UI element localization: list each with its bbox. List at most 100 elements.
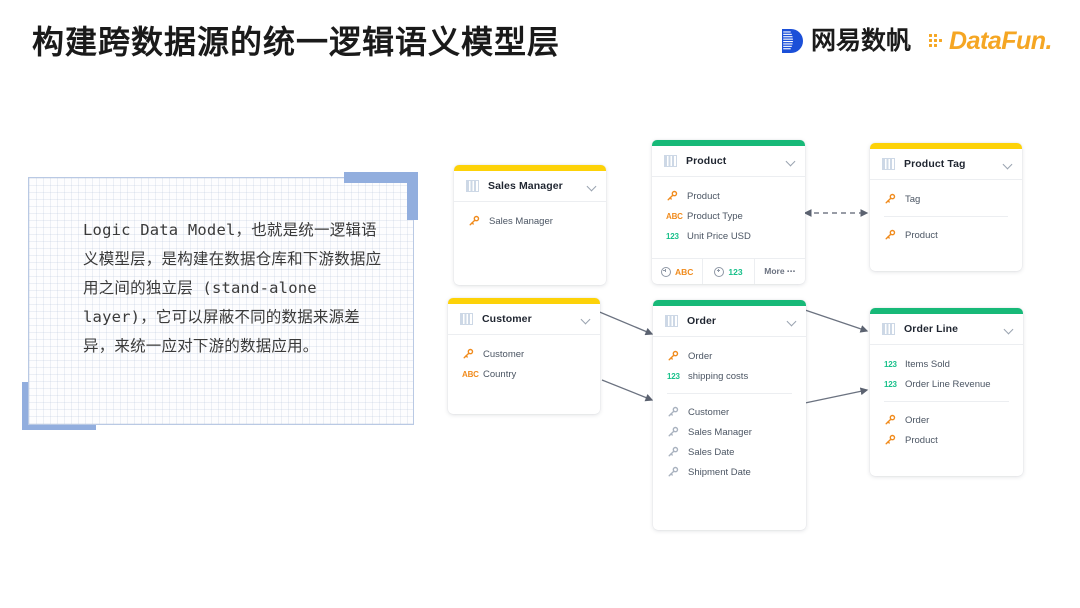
datafun-wordmark: DataFun. [949,26,1052,55]
field-label: Customer [483,348,525,360]
table-icon [664,155,677,167]
table-icon [882,158,895,170]
card-title: Order Line [904,323,959,335]
card-product[interactable]: Product Product ABC Product Type 123 Uni… [652,140,805,284]
number-icon: 123 [666,231,679,241]
card-product-tag[interactable]: Product Tag Tag Product [870,143,1022,271]
field-divider [667,393,792,394]
field-row[interactable]: Order [870,410,1023,430]
table-icon [466,180,479,192]
edge-order-order-line [804,387,869,404]
table-icon [460,313,473,325]
netease-wordmark: 网易数帆 [811,26,912,55]
field-row[interactable]: Tag [870,189,1022,209]
number-icon: 123 [884,359,897,369]
field-label: Sales Date [688,446,735,458]
field-row[interactable]: Order [653,346,806,366]
netease-logo: 网易数帆 [780,28,911,54]
field-row[interactable]: Customer [653,402,806,422]
field-row[interactable]: Sales Manager [454,211,606,231]
field-row[interactable]: Product [652,186,805,206]
chevron-down-icon[interactable] [587,182,596,191]
card-fields: Sales Manager [454,202,606,285]
card-title: Product [686,155,727,167]
key-icon [667,350,688,362]
chevron-down-icon[interactable] [787,317,796,326]
field-label: Order Line Revenue [905,378,991,390]
key-icon [884,434,905,446]
card-title: Customer [482,313,532,325]
key-icon [667,446,688,458]
field-label: Sales Manager [688,426,752,438]
field-divider [884,216,1008,217]
field-row[interactable]: Customer [448,344,600,364]
card-title: Order [687,315,717,327]
field-row[interactable]: 123 Order Line Revenue [870,374,1023,394]
field-label: Tag [905,193,921,205]
number-icon: 123 [667,371,680,381]
field-label: Shipment Date [688,466,751,478]
field-label: Product [687,190,720,202]
chevron-down-icon[interactable] [786,157,795,166]
card-header[interactable]: Customer [448,304,600,335]
field-row[interactable]: Shipment Date [653,462,806,482]
netease-mark-icon [780,28,804,54]
field-row[interactable]: 123 Unit Price USD [652,226,805,246]
field-row[interactable]: 123 Items Sold [870,354,1023,374]
key-icon [667,426,688,438]
field-row[interactable]: Sales Date [653,442,806,462]
logo-strip: 网易数帆 DataFun. [780,28,1052,54]
chevron-down-icon[interactable] [1003,160,1012,169]
field-divider [884,401,1009,402]
chevron-down-icon[interactable] [581,315,590,324]
abc-icon: ABC [666,211,683,221]
field-row[interactable]: ABC Product Type [652,206,805,226]
field-label: Product Type [687,210,743,222]
field-label: Order [905,414,930,426]
field-row[interactable]: ABC Country [448,364,600,384]
datafun-logo: DataFun. [929,26,1052,55]
description-panel: Logic Data Model，也就是统一逻辑语义模型层，是构建在数据仓库和下… [22,172,418,430]
field-row[interactable]: Product [870,430,1023,450]
card-sales-manager[interactable]: Sales Manager Sales Manager [454,165,606,285]
table-icon [882,323,895,335]
abc-icon: ABC [462,369,479,379]
card-header[interactable]: Product [652,146,805,177]
page-title: 构建跨数据源的统一逻辑语义模型层 [32,24,561,60]
field-label: shipping costs [688,370,749,382]
card-header[interactable]: Order [653,306,806,337]
card-header[interactable]: Order Line [870,314,1023,345]
field-label: Country [483,368,517,380]
card-header[interactable]: Sales Manager [454,171,606,202]
field-label: Items Sold [905,358,950,370]
card-fields: Order 123 shipping costs Customer Sales … [653,337,806,530]
key-icon [667,466,688,478]
field-row[interactable]: Sales Manager [653,422,806,442]
corner-accent-top-right-vertical [407,172,418,220]
field-row[interactable]: 123 shipping costs [653,366,806,386]
description-box: Logic Data Model，也就是统一逻辑语义模型层，是构建在数据仓库和下… [28,177,414,425]
plus-circle-icon [660,266,671,277]
field-label: Order [688,350,713,362]
card-fields: 123 Items Sold 123 Order Line Revenue Or… [870,345,1023,476]
chevron-down-icon[interactable] [1004,325,1013,334]
table-icon [665,315,678,327]
field-row[interactable]: Product [870,225,1022,245]
field-label: Sales Manager [489,215,553,227]
button-label: More ⋯ [764,266,796,276]
field-label: Product [905,434,938,446]
more-button[interactable]: More ⋯ [755,259,805,284]
card-order[interactable]: Order Order 123 shipping costs Customer [653,300,806,530]
data-model-diagram: product tag (dashed, both arrows) --> Sa… [430,118,1070,530]
field-label: Customer [688,406,730,418]
add-text-column-button[interactable]: ABC [652,259,704,284]
add-number-column-button[interactable]: 123 [703,259,755,284]
number-icon: 123 [884,379,897,389]
field-label: Unit Price USD [687,230,751,242]
edge-product-order-line [804,309,869,333]
card-fields: Tag Product [870,180,1022,271]
datafun-dots-icon [929,31,946,51]
card-order-line[interactable]: Order Line 123 Items Sold 123 Order Line… [870,308,1023,476]
card-header[interactable]: Product Tag [870,149,1022,180]
card-customer[interactable]: Customer Customer ABC Country [448,298,600,414]
